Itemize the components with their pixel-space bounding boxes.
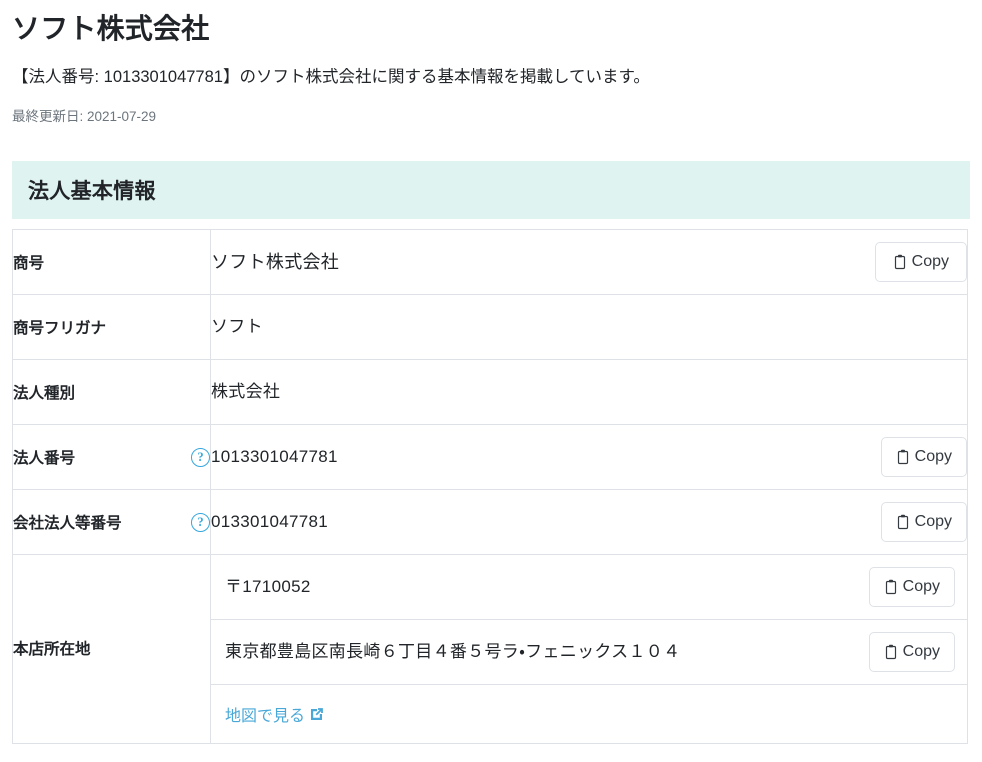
value-text: ソフト [211,317,263,337]
label-text: 法人番号 [13,450,76,468]
row-value-corporate-number: 1013301047781 Copy [210,424,968,491]
table-row: 本店所在地 〒1710052 Copy 東京都豊島区南長崎６丁目４番５号ラ・フェ… [12,554,968,745]
clipboard-icon [884,644,898,660]
section-heading: 法人基本情報 [28,180,156,204]
page-title: ソフト株式会社 [12,13,210,44]
row-label-trade-name: 商号 [12,229,211,296]
row-label-corporate-type: 法人種別 [12,359,211,426]
table-row: 法人種別 株式会社 [12,359,968,426]
row-label-company-registry-number: 会社法人等番号 ? [12,489,211,556]
clipboard-icon [896,449,910,465]
table-row: 会社法人等番号 ? 013301047781 Copy [12,489,968,556]
row-label-head-office-address: 本店所在地 [12,554,211,745]
row-value-trade-name: ソフト株式会社 Copy [210,229,968,296]
section-header-bar: 法人基本情報 [12,161,970,220]
view-on-map-label: 地図で見る [225,708,306,726]
clipboard-icon [893,254,907,270]
label-text: 商号フリガナ [13,320,107,338]
row-value-company-registry-number: 013301047781 Copy [210,489,968,556]
value-text: 1013301047781 [211,447,338,467]
help-circle-icon[interactable]: ? [191,447,210,467]
label-text: 商号 [13,255,45,273]
row-value-corporate-type: 株式会社 [210,359,968,426]
label-text: 法人種別 [13,385,76,403]
copy-button-label: Copy [914,513,952,531]
value-text: 013301047781 [211,512,329,532]
label-text: 本店所在地 [13,641,91,659]
copy-button-address[interactable]: Copy [868,632,955,673]
row-label-corporate-number: 法人番号 ? [12,424,211,491]
value-text: 株式会社 [211,382,281,402]
table-row: 法人番号 ? 1013301047781 Copy [12,424,968,491]
address-map-link-row: 地図で見る [211,684,967,744]
copy-button-label: Copy [902,578,940,596]
address-sub-table: 〒1710052 Copy 東京都豊島区南長崎６丁目４番５号ラ・フェニックス１０… [211,555,967,744]
table-row: 商号 ソフト株式会社 Copy [12,229,968,296]
last-updated-text: 最終更新日: 2021-07-29 [12,108,157,124]
table-row: 商号フリガナ ソフト [12,294,968,361]
copy-button-postal-code[interactable]: Copy [868,567,955,608]
row-label-trade-name-kana: 商号フリガナ [12,294,211,361]
label-text: 会社法人等番号 [13,515,122,533]
value-text: ソフト株式会社 [211,251,340,272]
copy-button-label: Copy [914,448,952,466]
external-link-icon [309,707,324,722]
copy-button-corporate-number[interactable]: Copy [880,437,967,478]
address-postal-row: 〒1710052 Copy [211,555,967,621]
clipboard-icon [896,514,910,530]
address-text: 東京都豊島区南長崎６丁目４番５号ラ・フェニックス１０４ [225,642,681,662]
clipboard-icon [884,579,898,595]
row-value-trade-name-kana: ソフト [210,294,968,361]
view-on-map-link[interactable]: 地図で見る [225,702,324,726]
corporate-info-table: 商号 ソフト株式会社 Copy 商号フリガナ ソフト 法人種別 株式会社 法人番… [12,229,968,745]
postal-code-text: 〒1710052 [225,577,311,597]
copy-button-trade-name[interactable]: Copy [874,242,967,283]
help-circle-icon[interactable]: ? [191,512,210,532]
page-container: ソフト株式会社 【法人番号: 1013301047781】のソフト株式会社に関す… [0,0,982,745]
address-street-row: 東京都豊島区南長崎６丁目４番５号ラ・フェニックス１０４ Copy [211,619,967,686]
copy-button-label: Copy [902,643,940,661]
row-value-head-office-address: 〒1710052 Copy 東京都豊島区南長崎６丁目４番５号ラ・フェニックス１０… [210,554,968,745]
page-description: 【法人番号: 1013301047781】のソフト株式会社に関する基本情報を掲載… [12,67,650,86]
copy-button-company-registry-number[interactable]: Copy [880,502,967,543]
copy-button-label: Copy [911,253,949,271]
